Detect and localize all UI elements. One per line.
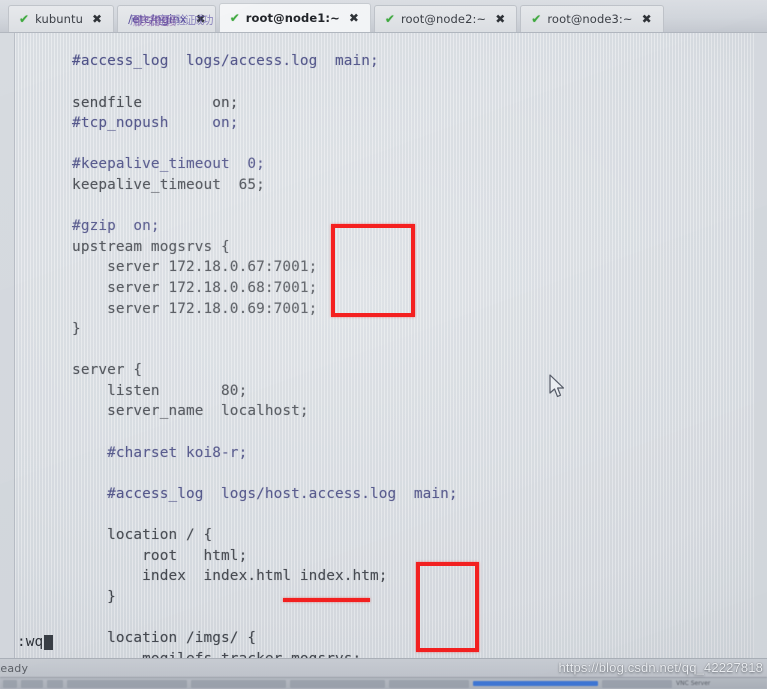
- taskbar-tray-label: VNC Server: [676, 680, 711, 687]
- tab-label: kubuntu: [35, 12, 84, 26]
- vim-command-line: :wq: [17, 634, 54, 650]
- watermark-text: https://blog.csdn.net/qq_42227818: [558, 660, 763, 675]
- tab-close-icon[interactable]: ✖: [196, 13, 206, 25]
- taskbar-item[interactable]: [21, 679, 43, 688]
- taskbar-item[interactable]: [67, 679, 187, 688]
- red-underline-mogsrvs: [283, 598, 370, 602]
- tab-label: root@node3:~: [547, 12, 633, 26]
- block-cursor-icon: [44, 634, 54, 650]
- tab-root-node1[interactable]: ✔ root@node1:~ ✖: [218, 3, 371, 32]
- tab-root-node3[interactable]: ✔ root@node3:~ ✖: [520, 5, 664, 32]
- tab-root-node2[interactable]: ✔ root@node2:~ ✖: [373, 5, 518, 32]
- tab-close-icon[interactable]: ✖: [92, 13, 102, 25]
- tab-label: root@node1:~: [245, 11, 340, 25]
- green-check-icon: ✔: [384, 12, 395, 26]
- green-check-icon: ✔: [531, 12, 542, 26]
- tab-close-icon[interactable]: ✖: [642, 13, 652, 25]
- status-text: Ready: [0, 661, 29, 675]
- red-box-mogilefs: [416, 562, 479, 652]
- vim-command-text: :wq: [17, 634, 44, 650]
- desktop-taskbar[interactable]: VNC Server: [0, 677, 767, 689]
- taskbar-item[interactable]: [389, 679, 469, 688]
- green-check-icon: ✔: [229, 11, 240, 25]
- tab-label: /etc/nginx: [128, 12, 187, 26]
- tab-close-icon[interactable]: ✖: [349, 12, 359, 24]
- screenshot-root: ✔ kubuntu ✖ /etc/nginx 用户名密码验证成功 服务器连接 ✖…: [0, 0, 767, 689]
- tab-close-icon[interactable]: ✖: [495, 13, 505, 25]
- tab-bar: ✔ kubuntu ✖ /etc/nginx 用户名密码验证成功 服务器连接 ✖…: [0, 0, 767, 33]
- green-check-icon: ✔: [19, 12, 30, 26]
- nginx-config-text: #access_log logs/access.log main; sendfi…: [37, 53, 458, 658]
- terminal-area: #access_log logs/access.log main; sendfi…: [0, 33, 767, 658]
- vim-editor-pane[interactable]: #access_log logs/access.log main; sendfi…: [14, 33, 754, 658]
- tab-kubuntu[interactable]: ✔ kubuntu ✖: [8, 5, 115, 32]
- red-box-upstream: [331, 224, 415, 317]
- mouse-cursor-icon: [549, 374, 565, 398]
- taskbar-active-window[interactable]: [473, 681, 598, 686]
- tab-label: root@node2:~: [400, 12, 487, 26]
- taskbar-item[interactable]: [3, 679, 17, 688]
- taskbar-item[interactable]: [602, 679, 672, 688]
- taskbar-item[interactable]: [191, 679, 286, 688]
- taskbar-item[interactable]: [47, 679, 63, 688]
- tab-etc-nginx[interactable]: /etc/nginx 用户名密码验证成功 服务器连接 ✖: [117, 5, 216, 32]
- taskbar-item[interactable]: [290, 679, 385, 688]
